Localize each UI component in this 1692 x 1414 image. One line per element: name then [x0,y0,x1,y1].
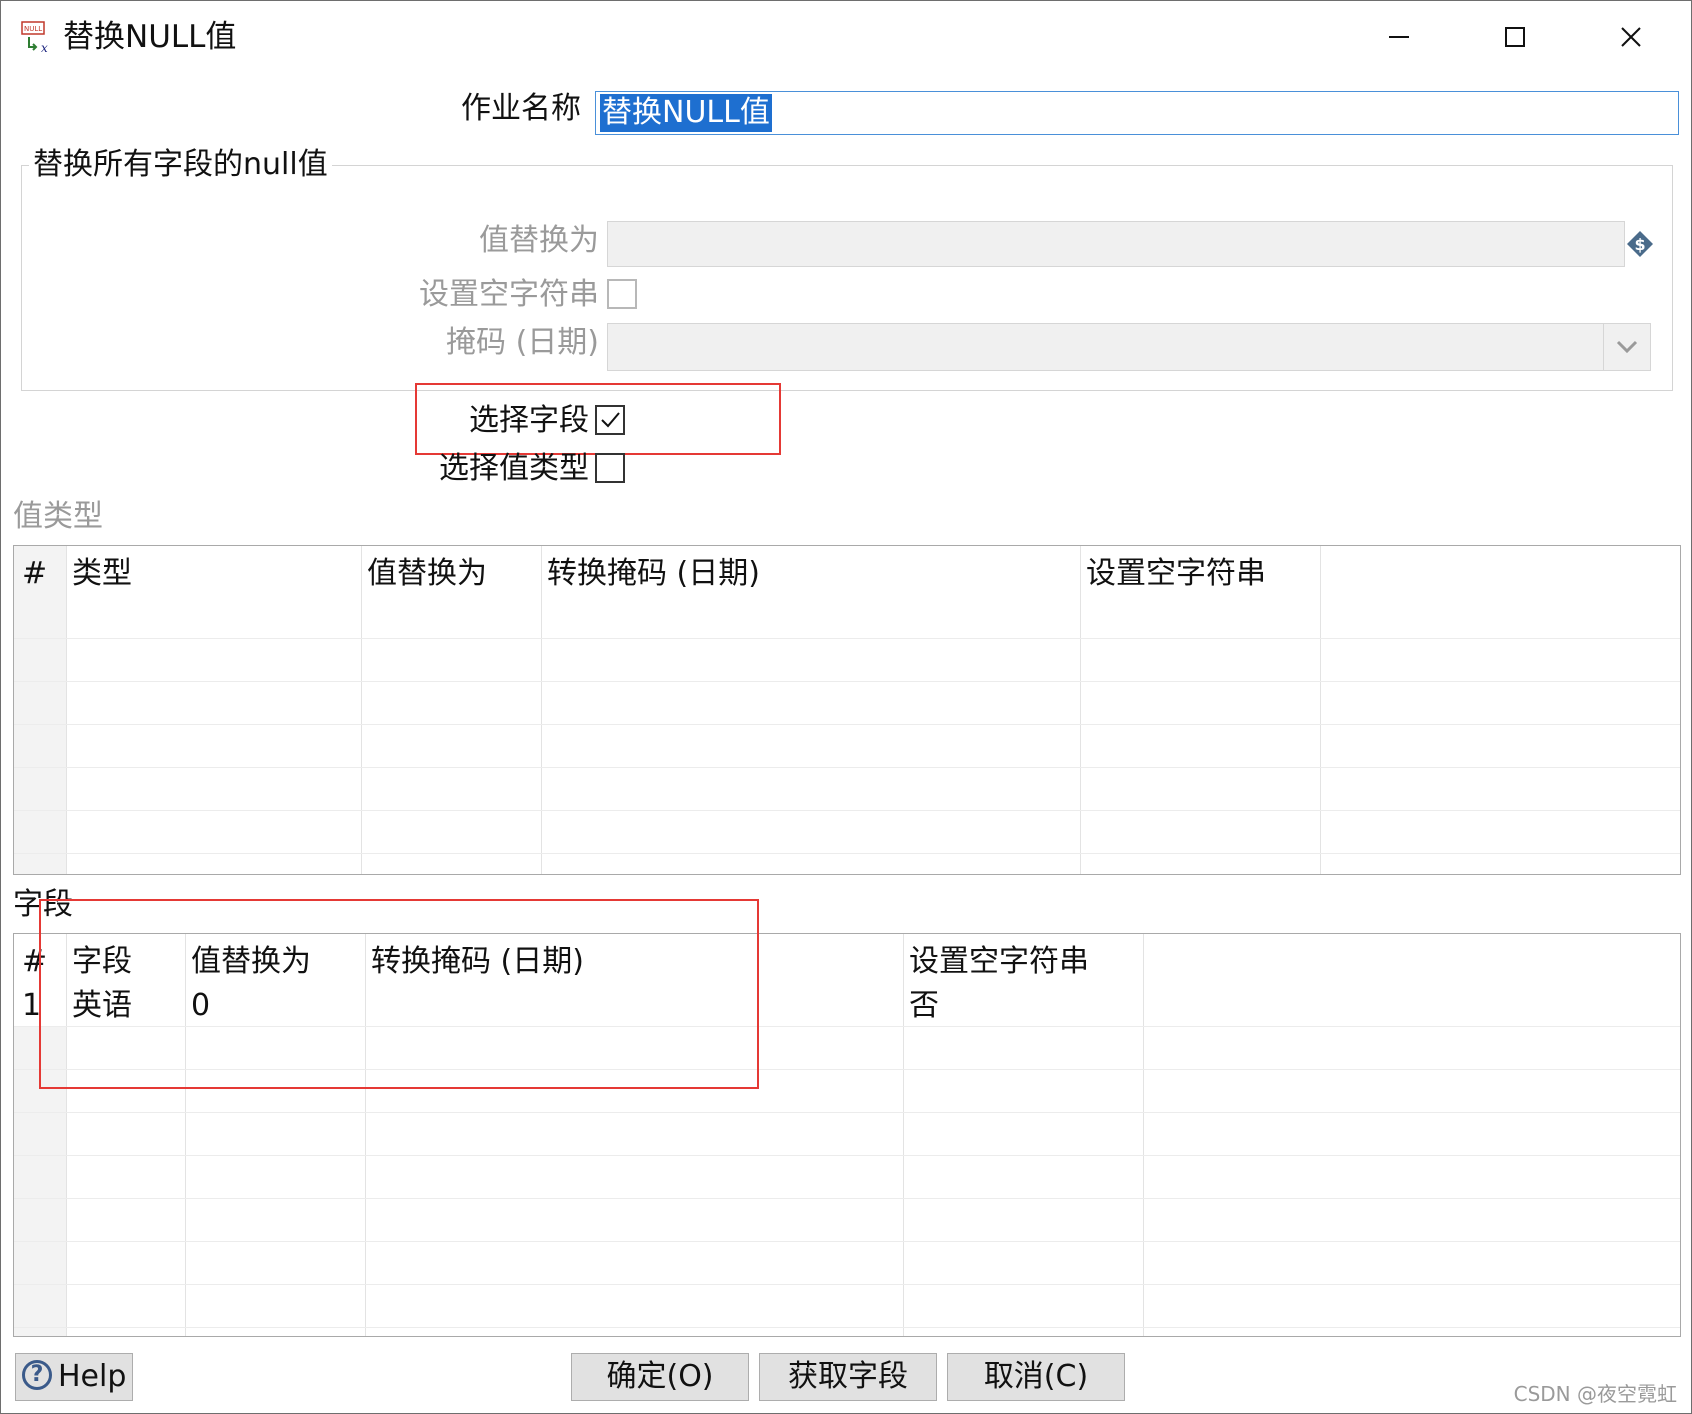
ok-button[interactable]: 确定(O) [571,1353,749,1401]
replace-null-dialog: NULL x 替换NULL值 作业名称 替换NULL值 替换所有字段的null值… [0,0,1692,1414]
job-name-value: 替换NULL值 [600,94,772,132]
svg-text:$: $ [1635,235,1646,254]
replace-null-icon: NULL x [21,21,48,55]
field-cell[interactable]: 英语 [72,986,132,1026]
column-header-replace-value[interactable]: 值替换为 [367,554,487,594]
get-fields-button[interactable]: 获取字段 [759,1353,937,1401]
mask-label: 掩码 (日期) [446,325,599,360]
fields-section-label: 字段 [13,887,73,922]
close-icon[interactable] [1601,15,1661,59]
column-header-replace-value[interactable]: 值替换为 [191,942,311,982]
column-header-type[interactable]: 类型 [72,554,132,594]
row-number-column [14,546,66,874]
minimize-icon[interactable] [1369,15,1429,59]
value-type-section-label: 值类型 [13,499,103,534]
column-header-mask[interactable]: 转换掩码 (日期) [371,942,584,982]
row-number-column [14,1026,66,1336]
replace-all-group-title: 替换所有字段的null值 [29,145,332,185]
variable-dollar-icon[interactable]: $ [1625,229,1655,259]
help-button[interactable]: ? Help [15,1353,133,1401]
column-header-field[interactable]: 字段 [72,942,132,982]
select-value-type-checkbox[interactable] [595,453,625,483]
empty-string-label: 设置空字符串 [419,277,599,312]
empty-string-cell[interactable]: 否 [909,986,939,1026]
job-name-input[interactable]: 替换NULL值 [595,91,1679,135]
help-icon: ? [22,1360,52,1390]
chevron-down-icon [1603,324,1638,370]
job-name-label: 作业名称 [461,91,581,126]
fields-table[interactable]: # 字段 值替换为 转换掩码 (日期) 设置空字符串 1 英语 0 否 [13,933,1681,1337]
value-replace-label: 值替换为 [479,223,599,258]
value-replace-input[interactable] [607,221,1625,267]
svg-text:x: x [41,41,48,55]
replace-value-cell[interactable]: 0 [191,986,210,1026]
row-number-cell: 1 [22,988,42,1023]
svg-text:NULL: NULL [24,25,42,33]
window-title: 替换NULL值 [63,19,237,55]
column-header-mask[interactable]: 转换掩码 (日期) [547,554,760,594]
select-value-type-label: 选择值类型 [439,451,589,486]
empty-string-checkbox[interactable] [607,279,637,309]
maximize-icon[interactable] [1485,15,1545,59]
title-bar: NULL x 替换NULL值 [1,1,1691,73]
checkmark-icon [601,412,620,428]
cancel-button[interactable]: 取消(C) [947,1353,1125,1401]
watermark: CSDN @夜空霓虹 [1513,1382,1677,1406]
column-header-number[interactable]: # [22,554,47,594]
mask-select[interactable] [607,323,1651,371]
select-fields-label: 选择字段 [469,403,589,438]
select-fields-checkbox[interactable] [595,405,625,435]
column-header-empty-string[interactable]: 设置空字符串 [909,942,1089,982]
column-header-number[interactable]: # [22,942,47,982]
help-button-label: Help [58,1359,127,1394]
value-type-table[interactable]: # 类型 值替换为 转换掩码 (日期) 设置空字符串 [13,545,1681,875]
column-header-empty-string[interactable]: 设置空字符串 [1086,554,1266,594]
